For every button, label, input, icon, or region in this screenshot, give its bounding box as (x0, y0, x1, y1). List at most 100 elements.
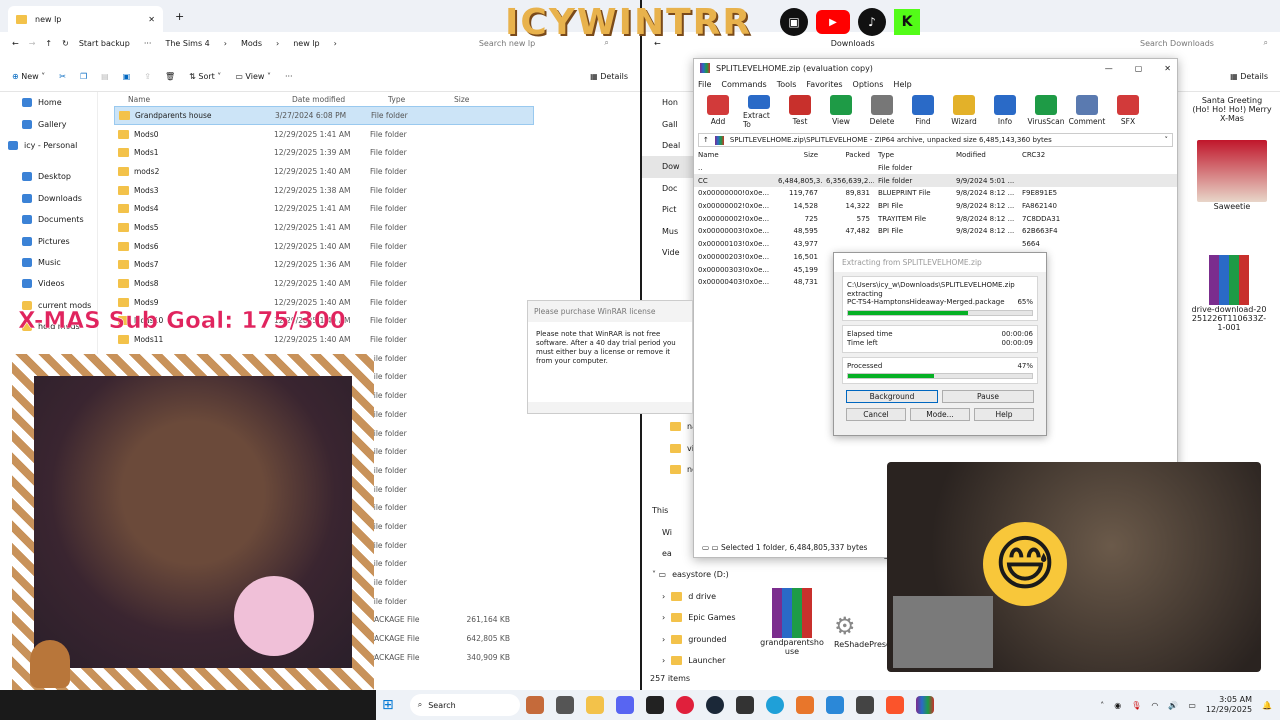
tool-add[interactable]: Add (702, 95, 734, 129)
breadcrumb-sims[interactable]: The Sims 4 (165, 39, 209, 48)
share-icon[interactable]: ⇪ (144, 72, 151, 81)
terminal-icon[interactable] (735, 696, 754, 714)
tool-info[interactable]: Info (989, 95, 1021, 129)
mode-button[interactable]: Mode... (910, 407, 970, 421)
winrar-taskbar-icon[interactable] (915, 696, 934, 714)
sort-button[interactable]: ⇅ Sort ˅ (189, 72, 221, 81)
column-header[interactable]: Name (694, 151, 774, 159)
violin-icon[interactable] (525, 696, 544, 714)
table-row[interactable]: Mods1 12/29/2025 1:39 AM File folder (114, 143, 534, 162)
table-row[interactable]: mods2 12/29/2025 1:40 AM File folder (114, 162, 534, 181)
new-tab-button[interactable]: + (175, 10, 184, 23)
tool-extract-to[interactable]: Extract To (743, 95, 775, 129)
table-row[interactable]: Mods0 12/29/2025 1:41 AM File folder (114, 125, 534, 144)
table-row[interactable]: Mods6 12/29/2025 1:40 AM File folder (114, 237, 534, 256)
paste-icon[interactable]: ▤ (101, 72, 109, 81)
breadcrumb-new-lp[interactable]: new lp (293, 39, 319, 48)
battery-icon[interactable]: ▭ (1188, 701, 1196, 710)
background-button[interactable]: Background (846, 389, 938, 403)
delete-icon[interactable]: 🗑 (165, 72, 175, 81)
col-size[interactable]: Size (454, 95, 514, 104)
table-row[interactable]: 0x00000000!0x0e... 119,767 89,831 BLUEPRINT… (694, 187, 1177, 200)
tool-view[interactable]: View (825, 95, 857, 129)
task-view-icon[interactable] (555, 696, 574, 714)
col-name[interactable]: Name (114, 95, 274, 104)
tree-item[interactable]: › Launcher (648, 650, 768, 671)
sidebar-item-8[interactable]: Videos (0, 273, 97, 294)
photos-icon[interactable] (825, 696, 844, 714)
app-icon[interactable] (855, 696, 874, 714)
breadcrumb-mods[interactable]: Mods (241, 39, 262, 48)
menu-item[interactable]: Commands (721, 80, 766, 89)
bell-icon[interactable]: 🔔 (1262, 701, 1272, 710)
maximize-icon[interactable]: ▢ (1135, 64, 1143, 73)
taskbar-search[interactable]: ⌕ Search (409, 694, 520, 716)
tool-find[interactable]: Find (907, 95, 939, 129)
menu-item[interactable]: Options (853, 80, 884, 89)
menu-item[interactable]: File (698, 80, 711, 89)
tree-item[interactable]: › Epic Games (648, 607, 768, 628)
table-row[interactable]: Mods5 12/29/2025 1:41 AM File folder (114, 218, 534, 237)
up-icon[interactable]: ↑ (703, 136, 709, 144)
table-row[interactable]: Mods8 12/29/2025 1:40 AM File folder (114, 274, 534, 293)
refresh-icon[interactable]: ↻ (62, 39, 69, 48)
forward-icon[interactable]: → (29, 39, 36, 48)
sidebar-item-5[interactable]: Documents (0, 209, 97, 230)
column-header[interactable]: Size (774, 151, 822, 159)
table-row[interactable]: Mods4 12/29/2025 1:41 AM File folder (114, 199, 534, 218)
chevron-up-icon[interactable]: ˄ (1100, 701, 1104, 710)
tool-delete[interactable]: Delete (866, 95, 898, 129)
close-icon[interactable]: ✕ (1164, 64, 1171, 73)
steam-icon[interactable] (705, 696, 724, 714)
more-button[interactable]: ··· (285, 72, 293, 81)
right-breadcrumb[interactable]: Downloads (831, 39, 875, 48)
sidebar-item-2[interactable]: icy - Personal (0, 135, 97, 156)
thumb-santa[interactable]: Santa Greeting (Ho! Ho! Ho!) Merry X-Mas (1192, 96, 1272, 123)
thumb-reshade[interactable]: ⚙ ReShadePreset (834, 612, 894, 649)
cut-icon[interactable]: ✂ (59, 72, 66, 81)
details-button[interactable]: ▦ Details (1230, 72, 1268, 81)
menu-item[interactable]: Favorites (806, 80, 842, 89)
breadcrumb-more[interactable]: ··· (144, 39, 152, 48)
system-tray[interactable]: ˄ ◉ 🎙 ◠ 🔊 ▭ 3:05 AM 12/29/2025 🔔 (1100, 695, 1272, 715)
clock-date[interactable]: 12/29/2025 (1206, 705, 1252, 715)
column-header[interactable]: Packed (822, 151, 874, 159)
table-row[interactable]: Mods3 12/29/2025 1:38 AM File folder (114, 181, 534, 200)
column-header[interactable]: Modified (952, 151, 1018, 159)
start-icon[interactable]: ⊞ (382, 697, 394, 713)
col-type[interactable]: Type (374, 95, 454, 104)
up-icon[interactable]: ↑ (45, 39, 52, 48)
details-button[interactable]: ▦ Details (590, 72, 628, 81)
table-row[interactable]: 0x00000002!0x0e... 14,528 14,322 BPI File 9/… (694, 200, 1177, 213)
thumb-drive-download[interactable]: drive-download-20251226T110633Z-1-001 (1190, 255, 1268, 332)
table-row[interactable]: 0x00000103!0x0e... 43,977 5664 (694, 238, 1177, 251)
discord-icon[interactable] (615, 696, 634, 714)
column-header[interactable]: Type (874, 151, 952, 159)
tool-wizard[interactable]: Wizard (948, 95, 980, 129)
cancel-button[interactable]: Cancel (846, 407, 906, 421)
sidebar-item-4[interactable]: Downloads (0, 188, 97, 209)
sidebar-item-0[interactable]: Home (0, 92, 97, 113)
table-row[interactable]: CC 6,484,805,3... 6,356,639,2... File folde… (694, 174, 1177, 188)
microphone-icon[interactable]: 🎙 (1131, 701, 1141, 710)
file-explorer-icon[interactable] (585, 696, 604, 714)
sidebar-item-1[interactable]: Gallery (0, 113, 97, 134)
right-sidebar-item-4[interactable]: Doc (642, 178, 694, 199)
right-sidebar-item-3[interactable]: Dow (642, 156, 694, 178)
xbox-icon[interactable] (645, 696, 664, 714)
menu-item[interactable]: Help (893, 80, 911, 89)
new-button[interactable]: ⊕ New ˅ (12, 72, 45, 81)
volume-icon[interactable]: 🔊 (1168, 701, 1178, 710)
back-icon[interactable]: ← (12, 39, 19, 48)
table-row[interactable]: Grandparents house 3/27/2024 6:08 PM File … (114, 106, 534, 125)
breadcrumb[interactable]: Start backup ··· The Sims 4 › Mods › new… (79, 39, 419, 48)
right-sidebar-item-5[interactable]: Pict (642, 199, 694, 220)
wifi-icon[interactable]: ◠ (1151, 701, 1158, 710)
right-sidebar-item-7[interactable]: Vide (642, 242, 694, 263)
col-date[interactable]: Date modified (274, 95, 374, 104)
sidebar-item-6[interactable]: Pictures (0, 230, 97, 251)
right-sidebar-item-0[interactable]: Hon (642, 92, 694, 113)
tree-item[interactable]: › d drive (648, 586, 768, 607)
clock-time[interactable]: 3:05 AM (1206, 695, 1252, 705)
menu-item[interactable]: Tools (777, 80, 797, 89)
